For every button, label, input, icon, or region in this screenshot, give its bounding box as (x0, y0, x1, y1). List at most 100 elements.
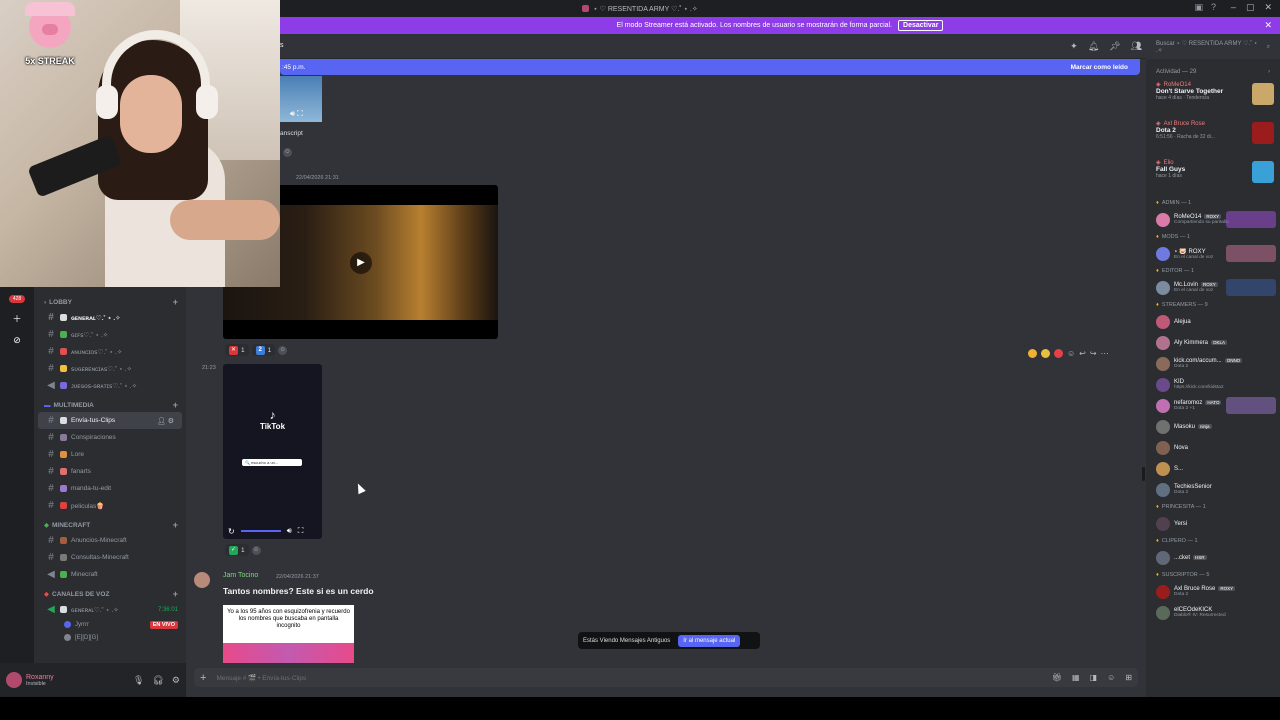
pin-icon[interactable]: 📌︎ (1109, 41, 1120, 52)
mark-as-read-button[interactable]: Marcar como leído (1071, 64, 1128, 71)
progress-bar[interactable] (240, 530, 281, 532)
emoji-icon[interactable]: ☺ (1107, 673, 1115, 682)
thumbs-up-icon[interactable] (1028, 349, 1037, 358)
add-reaction-icon[interactable]: ☺ (283, 148, 292, 157)
add-channel-icon[interactable]: + (173, 520, 178, 530)
meme-image[interactable]: Yo a los 95 años con esquizofrenia y rec… (223, 605, 354, 663)
channel-fanarts[interactable]: # fanarts (34, 463, 186, 480)
channel-minecraft-voice[interactable]: ◀ Minecraft (34, 566, 186, 583)
add-channel-icon[interactable]: + (173, 297, 178, 307)
member-row[interactable]: TechiesSenior Dota 2 (1146, 479, 1280, 500)
avatar[interactable] (6, 672, 22, 688)
members-icon[interactable]: 👥︎ (1131, 41, 1142, 52)
search-input[interactable]: Buscar ⋆ ♡ RESENTIDA ARMY ♡.˚ ⋆ .✧ ⌕ (1150, 39, 1276, 55)
close-window-icon[interactable]: ✕ (1264, 2, 1272, 13)
category-multimedia[interactable]: ▬ MULTIMEDIA + (34, 398, 186, 412)
category-minecraft[interactable]: ◆ MINECRAFT + (34, 518, 186, 532)
deactivate-button[interactable]: Desactivar (898, 20, 944, 31)
new-messages-bar[interactable]: :45 p.m. Marcar como leído (280, 59, 1140, 75)
activity-card[interactable]: ◈ RoMeO14 Don't Starve Together hace 4 días… (1146, 79, 1280, 118)
play-icon[interactable]: ▶ (350, 252, 372, 274)
activity-card[interactable]: ◈ Elio Fall Guys hace 1 días (1146, 157, 1280, 196)
fullscreen-icon[interactable]: ⛶ (298, 526, 304, 536)
add-reaction-icon[interactable]: ☺ (1067, 349, 1075, 358)
channel-anuncios[interactable]: # ᴀɴᴜɴᴄɪᴏꜱ♡.˚ ⋆ .✧ (34, 343, 186, 360)
threads-icon[interactable]: ✦ (1070, 41, 1078, 52)
maximize-icon[interactable]: ▢ (1246, 2, 1255, 13)
add-channel-icon[interactable]: + (173, 400, 178, 410)
member-row[interactable]: nefaromoz HATO Dota 2 +1 (1146, 395, 1280, 416)
bell-icon[interactable]: 🔔︎ (1088, 41, 1099, 52)
voice-user[interactable]: Jyrrrr EN VIVO (34, 618, 186, 631)
member-row[interactable]: Axl Bruce Rose ROXY Dota 2 (1146, 581, 1280, 602)
member-row[interactable]: elCEOdeKICK Diablo® IV: Resurrected (1146, 602, 1280, 623)
add-reaction-icon[interactable]: ☺ (251, 545, 261, 555)
add-reaction-icon[interactable]: ☺ (278, 345, 288, 355)
heart-icon[interactable] (1054, 349, 1063, 358)
member-row[interactable]: Masoku ninja (1146, 416, 1280, 437)
message-input[interactable]: + Mensaje # 🎬 • Envía-tus-Clips 🎁︎ ▦ ◨ ☺… (194, 668, 1138, 687)
channel-juegos-gratis[interactable]: ◀ ᴊᴜᴇɢᴏꜱ-ɢʀᴀᴛɪꜱ♡.˚ ⋆ .✧ (34, 377, 186, 394)
member-row[interactable]: kick.com/accum... ONNO Dota 2 (1146, 353, 1280, 374)
voice-user[interactable]: [E][D][G] (34, 631, 186, 644)
member-row[interactable]: Yersi (1146, 513, 1280, 534)
discover-icon[interactable]: ⊘ (10, 333, 24, 347)
message-author[interactable]: Jam Tocino (223, 572, 258, 579)
add-channel-icon[interactable]: + (173, 589, 178, 599)
channel-envia-tus-clips[interactable]: # Envía-tus-Clips 👤︎ ⚙ (38, 412, 182, 429)
video-thumbnail[interactable]: 🔊︎ ⛶ (280, 76, 322, 122)
minimize-icon[interactable]: – (1231, 2, 1236, 13)
volume-icon[interactable]: 🔊︎ (287, 526, 292, 536)
attach-plus-icon[interactable]: + (200, 672, 206, 684)
voice-channel-general[interactable]: ◀ ɢᴇɴᴇʀᴀʟ♡.˚ ⋆ .✧ 7:36:01 (34, 601, 186, 618)
apps-icon[interactable]: ⊞ (1125, 673, 1132, 682)
reply-icon[interactable]: ↩ (1079, 349, 1086, 358)
tiktok-video-embed[interactable]: ♪ TikTok 🔍 escucho a un... ↻ 🔊︎ ⛶ (223, 364, 322, 539)
reaction-x[interactable]: ✕ 1 (225, 344, 249, 356)
channel-sugerencias[interactable]: # ꜱᴜɢᴇʀᴇɴᴄɪᴀꜱ♡.˚ ⋆ .✧ (34, 360, 186, 377)
member-row[interactable]: ⋆ 🐷 ROXY En el canal de voz (1146, 243, 1280, 264)
member-row[interactable]: KID https://kick.com/kidsta2 (1146, 374, 1280, 395)
gift-icon[interactable]: 🎁︎ (1052, 673, 1062, 682)
gear-icon[interactable]: ⚙ (172, 675, 180, 686)
chevron-right-icon[interactable]: › (1268, 69, 1270, 75)
activity-card[interactable]: ◈ Axl Bruce Rose Dota 2 6:51:56 · Racha de … (1146, 118, 1280, 157)
channel-settings-icons[interactable]: 👤︎ ⚙ (157, 417, 174, 425)
channel-conspiraciones[interactable]: # Conspiraciones (34, 429, 186, 446)
channel-anuncios-minecraft[interactable]: # Anuncios-Minecraft (34, 532, 186, 549)
channel-gifs[interactable]: # ɢɪꜰꜱ♡.˚ ⋆ .✧ (34, 326, 186, 343)
reaction-check[interactable]: ✓ 1 (225, 544, 249, 556)
member-row[interactable]: ...cket HSR (1146, 547, 1280, 568)
category-voice[interactable]: ◆ CANALES DE VOZ + (34, 587, 186, 601)
category-lobby[interactable]: › LOBBY + (34, 295, 186, 309)
channel-lore[interactable]: # Lore (34, 446, 186, 463)
channel-peliculas[interactable]: # peliculas🍿 (34, 497, 186, 514)
help-icon[interactable]: ? (1211, 2, 1216, 13)
scrollbar[interactable] (1142, 467, 1145, 481)
replay-icon[interactable]: ↻ (228, 527, 235, 536)
sticker-icon[interactable]: ◨ (1090, 673, 1098, 682)
close-icon[interactable]: ✕ (1264, 20, 1272, 31)
microphone-icon[interactable]: 🎙︎ (133, 675, 144, 686)
headphones-icon[interactable]: 🎧︎ (152, 675, 163, 686)
member-row[interactable]: Aly Kimmera OKLA (1146, 332, 1280, 353)
channel-manda-tu-edit[interactable]: # manda-tu-edit (34, 480, 186, 497)
channel-general[interactable]: # ɢᴇɴᴇʀᴀʟ♡.˚ ⋆ .✧ (34, 309, 186, 326)
role-header: ♦ PRINCESITA — 1 (1156, 503, 1206, 510)
more-icon[interactable]: ⋯ (1101, 349, 1109, 358)
add-server-icon[interactable]: ＋ (10, 311, 24, 325)
forward-icon[interactable]: ↪ (1090, 349, 1097, 358)
member-row[interactable]: S... (1146, 458, 1280, 479)
laugh-icon[interactable] (1041, 349, 1050, 358)
server-badge-icon[interactable]: 428 (9, 295, 25, 303)
reaction-two[interactable]: 2 1 (251, 344, 276, 356)
member-row[interactable]: RoMeO14 ROXY Compartiendo su pantalla (1146, 209, 1280, 230)
member-row[interactable]: Nova (1146, 437, 1280, 458)
gif-icon[interactable]: ▦ (1072, 673, 1080, 682)
member-row[interactable]: Mc.Lovin ROXY En el canal de voz (1146, 277, 1280, 298)
jump-to-present-button[interactable]: Ir al mensaje actual (678, 634, 741, 647)
avatar[interactable] (194, 572, 210, 588)
member-row[interactable]: Alejua (1146, 311, 1280, 332)
channel-consultas-minecraft[interactable]: # Consultas-Minecraft (34, 549, 186, 566)
inbox-icon[interactable]: ▣ (1194, 2, 1203, 13)
